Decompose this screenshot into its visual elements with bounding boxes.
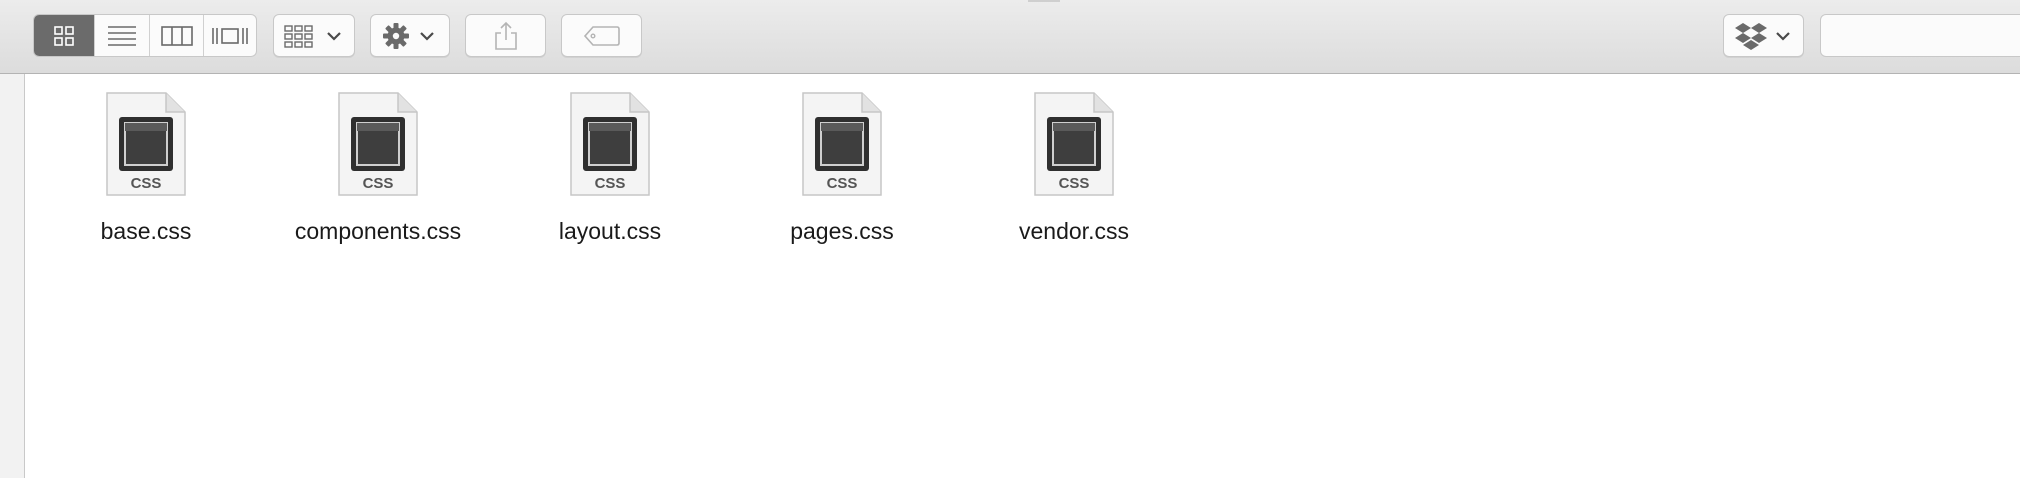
file-browser-area: CSS base.css CSS components.css CSS layo… bbox=[0, 74, 2020, 478]
css-file-icon: CSS bbox=[570, 92, 650, 196]
toolbar bbox=[0, 0, 2020, 74]
view-mode-segmented-control bbox=[33, 14, 257, 57]
file-item-layout-css[interactable]: CSS layout.css bbox=[494, 90, 726, 250]
column-view-button[interactable] bbox=[150, 15, 204, 56]
cover-flow-view-button[interactable] bbox=[204, 15, 256, 56]
dropbox-icon bbox=[1734, 22, 1790, 50]
svg-text:CSS: CSS bbox=[363, 175, 394, 192]
action-button[interactable] bbox=[370, 14, 450, 57]
svg-text:CSS: CSS bbox=[595, 175, 626, 192]
file-name: pages.css bbox=[790, 218, 894, 244]
finder-window: CSS base.css CSS components.css CSS layo… bbox=[0, 0, 2020, 478]
chevron-down-icon bbox=[327, 31, 341, 41]
search-input[interactable] bbox=[1820, 14, 2020, 57]
svg-text:CSS: CSS bbox=[1059, 175, 1090, 192]
svg-text:CSS: CSS bbox=[827, 175, 858, 192]
css-file-icon: CSS bbox=[338, 92, 418, 196]
css-file-icon: CSS bbox=[802, 92, 882, 196]
arrange-grid-icon bbox=[284, 24, 341, 48]
cover-flow-icon bbox=[212, 27, 248, 44]
file-item-vendor-css[interactable]: CSS vendor.css bbox=[958, 90, 1190, 250]
share-button[interactable] bbox=[465, 14, 546, 57]
tag-button[interactable] bbox=[561, 14, 642, 57]
svg-text:CSS: CSS bbox=[131, 175, 162, 192]
arrange-button[interactable] bbox=[273, 14, 355, 57]
grid-icon bbox=[54, 25, 74, 46]
file-item-base-css[interactable]: CSS base.css bbox=[30, 90, 262, 250]
tag-icon bbox=[583, 25, 620, 46]
file-name: components.css bbox=[294, 218, 462, 244]
file-name: base.css bbox=[100, 218, 192, 244]
file-item-components-css[interactable]: CSS components.css bbox=[262, 90, 494, 250]
window-edge-marker bbox=[1028, 0, 1060, 2]
dropbox-button[interactable] bbox=[1723, 14, 1804, 57]
file-item-pages-css[interactable]: CSS pages.css bbox=[726, 90, 958, 250]
icon-view-button[interactable] bbox=[34, 15, 95, 56]
file-name: layout.css bbox=[558, 218, 662, 244]
share-icon bbox=[494, 21, 517, 50]
list-icon bbox=[108, 25, 136, 46]
css-file-icon: CSS bbox=[106, 92, 186, 196]
gear-icon bbox=[383, 22, 434, 49]
css-file-icon: CSS bbox=[1034, 92, 1114, 196]
file-name: vendor.css bbox=[1019, 218, 1129, 244]
list-view-button[interactable] bbox=[95, 15, 150, 56]
columns-icon bbox=[160, 25, 193, 46]
sidebar-edge bbox=[0, 74, 25, 478]
